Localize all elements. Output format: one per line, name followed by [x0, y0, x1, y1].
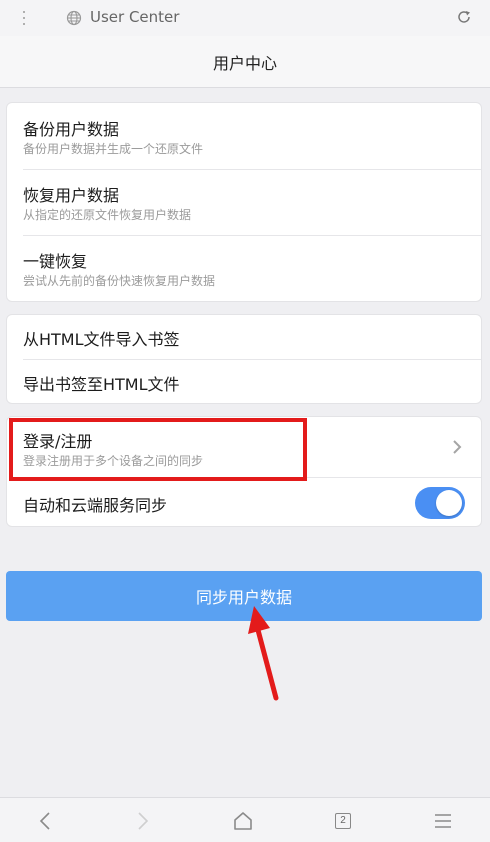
item-label: 备份用户数据 — [23, 120, 120, 139]
backup-user-data-item[interactable]: 备份用户数据 备份用户数据并生成一个还原文件 — [7, 103, 481, 169]
item-label: 登录/注册 — [23, 432, 93, 451]
import-bookmarks-item[interactable]: 从HTML文件导入书签 — [7, 315, 481, 359]
menu-icon — [435, 813, 451, 828]
tabs-count-icon: 2 — [335, 812, 351, 829]
chevron-right-icon — [453, 440, 462, 454]
forward-icon — [138, 811, 149, 830]
one-click-restore-item[interactable]: 一键恢复 尝试从先前的备份快速恢复用户数据 — [7, 236, 481, 302]
more-vertical-icon[interactable] — [17, 9, 31, 27]
refresh-icon[interactable] — [456, 9, 472, 25]
sync-button-label: 同步用户数据 — [195, 588, 292, 607]
tabs-button[interactable]: 2 — [313, 798, 373, 842]
item-label: 从HTML文件导入书签 — [23, 330, 180, 349]
user-center-page: User Center 用户中心 备份用户数据 备份用户数据并生成一个还原文件 … — [0, 0, 490, 842]
sync-user-data-button[interactable]: 同步用户数据 — [6, 571, 482, 621]
back-button[interactable] — [15, 798, 75, 842]
home-button[interactable] — [213, 798, 273, 842]
item-description: 登录注册用于多个设备之间的同步 — [23, 454, 204, 468]
toggle-knob — [436, 490, 462, 516]
address-text[interactable]: User Center — [90, 8, 179, 26]
bottom-nav: 2 — [0, 797, 490, 842]
menu-button[interactable] — [413, 798, 473, 842]
auto-sync-item: 自动和云端服务同步 — [7, 478, 481, 528]
title-bar: 用户中心 — [0, 36, 490, 88]
item-description: 备份用户数据并生成一个还原文件 — [23, 142, 204, 156]
user-data-card: 备份用户数据 备份用户数据并生成一个还原文件 恢复用户数据 从指定的还原文件恢复… — [6, 102, 482, 302]
item-description: 从指定的还原文件恢复用户数据 — [23, 208, 192, 222]
auto-sync-toggle[interactable] — [415, 487, 465, 519]
item-label: 恢复用户数据 — [23, 186, 120, 205]
item-label: 自动和云端服务同步 — [23, 496, 168, 515]
item-label: 一键恢复 — [23, 252, 88, 271]
restore-user-data-item[interactable]: 恢复用户数据 从指定的还原文件恢复用户数据 — [7, 170, 481, 236]
export-bookmarks-item[interactable]: 导出书签至HTML文件 — [7, 360, 481, 404]
login-register-item[interactable]: 登录/注册 登录注册用于多个设备之间的同步 — [7, 417, 481, 477]
account-card: 登录/注册 登录注册用于多个设备之间的同步 自动和云端服务同步 — [6, 416, 482, 527]
page-title: 用户中心 — [212, 53, 277, 73]
globe-icon — [66, 10, 82, 26]
item-label: 导出书签至HTML文件 — [23, 375, 180, 394]
bookmarks-card: 从HTML文件导入书签 导出书签至HTML文件 — [6, 314, 482, 404]
back-icon — [39, 811, 50, 830]
address-bar: User Center — [0, 0, 490, 36]
home-icon — [234, 811, 252, 830]
item-description: 尝试从先前的备份快速恢复用户数据 — [23, 274, 216, 288]
forward-button[interactable] — [113, 798, 173, 842]
